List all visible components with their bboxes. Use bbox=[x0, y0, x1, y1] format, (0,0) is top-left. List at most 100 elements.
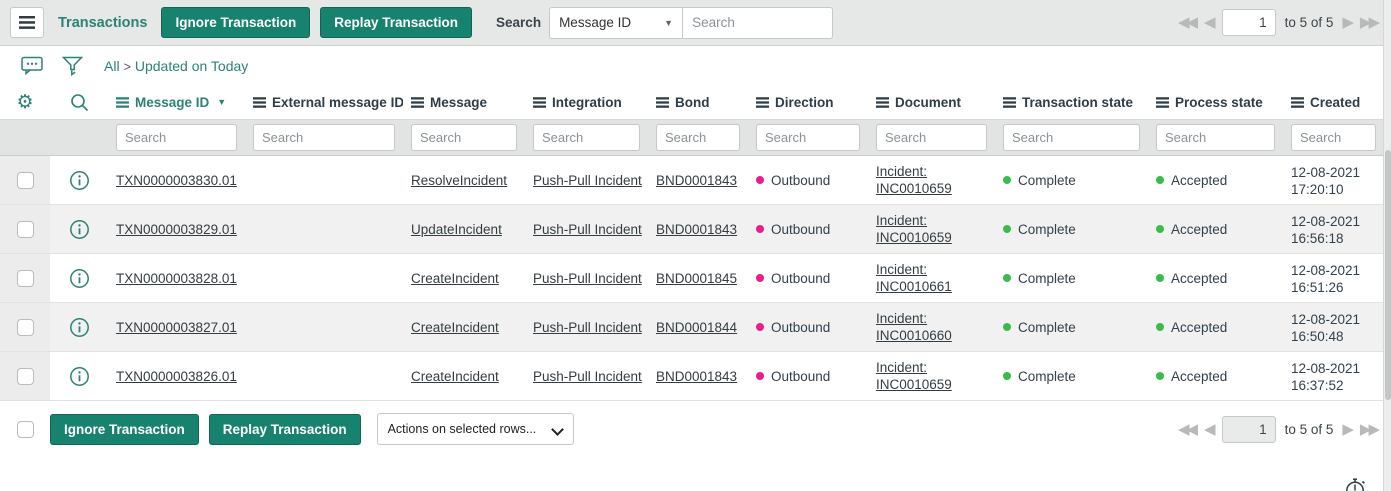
footer-ignore-transaction-button[interactable]: Ignore Transaction bbox=[50, 414, 199, 445]
outbound-dot bbox=[756, 372, 764, 380]
personalize-list-gear[interactable]: ⚙ bbox=[0, 85, 50, 119]
ignore-transaction-button[interactable]: Ignore Transaction bbox=[161, 7, 310, 38]
first-page-icon[interactable]: ◀◀ bbox=[1178, 422, 1195, 437]
message-id-link[interactable]: TXN0000003830.01 bbox=[116, 173, 237, 188]
message-link[interactable]: CreateIncident bbox=[411, 369, 499, 384]
filter-bond-input[interactable] bbox=[656, 124, 740, 151]
filter-document-input[interactable] bbox=[876, 124, 987, 151]
previous-page-icon[interactable]: ◀ bbox=[1204, 422, 1213, 437]
bond-link[interactable]: BND0001845 bbox=[656, 271, 737, 286]
accepted-dot bbox=[1156, 323, 1164, 331]
filter-external-message-id-input[interactable] bbox=[253, 124, 395, 151]
message-link[interactable]: UpdateIncident bbox=[411, 222, 502, 237]
bond-link[interactable]: BND0001843 bbox=[656, 369, 737, 384]
complete-dot bbox=[1003, 323, 1011, 331]
column-header-process-state[interactable]: Process state bbox=[1148, 85, 1283, 119]
column-header-created[interactable]: Created bbox=[1283, 85, 1384, 119]
first-page-icon[interactable]: ◀◀ bbox=[1178, 15, 1195, 30]
info-icon[interactable] bbox=[69, 268, 90, 289]
message-id-link[interactable]: TXN0000003826.01 bbox=[116, 369, 237, 384]
select-all-checkbox[interactable] bbox=[17, 421, 34, 438]
replay-transaction-button[interactable]: Replay Transaction bbox=[320, 7, 472, 38]
message-id-link[interactable]: TXN0000003829.01 bbox=[116, 222, 237, 237]
bond-link[interactable]: BND0001843 bbox=[656, 173, 737, 188]
context-menu-button[interactable] bbox=[10, 7, 44, 38]
actions-on-selected-rows-select[interactable]: Actions on selected rows... bbox=[377, 413, 574, 445]
page-title[interactable]: Transactions bbox=[58, 15, 147, 31]
column-header-integration[interactable]: Integration bbox=[525, 85, 648, 119]
message-link[interactable]: ResolveIncident bbox=[411, 173, 507, 188]
column-header-bond[interactable]: Bond bbox=[648, 85, 748, 119]
row-checkbox[interactable] bbox=[17, 270, 34, 287]
scrollbar-thumb[interactable] bbox=[1385, 150, 1391, 400]
dropdown-arrow-icon: ▼ bbox=[664, 18, 673, 28]
page-number-input[interactable] bbox=[1222, 416, 1276, 443]
document-link[interactable]: Incident:INC0010660 bbox=[876, 310, 952, 344]
column-header-message-id[interactable]: Message ID ▼ bbox=[108, 85, 245, 119]
filter-process-state-input[interactable] bbox=[1156, 124, 1275, 151]
integration-link[interactable]: Push-Pull Incident bbox=[533, 173, 642, 188]
message-id-link[interactable]: TXN0000003827.01 bbox=[116, 320, 237, 335]
breadcrumb: All > Updated on Today bbox=[104, 58, 248, 74]
integration-link[interactable]: Push-Pull Incident bbox=[533, 222, 642, 237]
document-link[interactable]: Incident:INC0010661 bbox=[876, 261, 952, 295]
list-search-toggle[interactable] bbox=[50, 85, 108, 119]
column-header-transaction-state[interactable]: Transaction state bbox=[995, 85, 1148, 119]
filter-integration-input[interactable] bbox=[533, 124, 640, 151]
bottom-pagination: ◀◀ ◀ to 5 of 5 ▶ ▶▶ bbox=[1178, 416, 1377, 443]
page-number-input[interactable] bbox=[1222, 9, 1276, 36]
info-icon[interactable] bbox=[69, 219, 90, 240]
info-icon[interactable] bbox=[69, 366, 90, 387]
row-checkbox[interactable] bbox=[17, 368, 34, 385]
list-footer-bar: Ignore Transaction Replay Transaction Ac… bbox=[0, 401, 1391, 457]
chevron-down-icon bbox=[553, 424, 563, 434]
previous-page-icon[interactable]: ◀ bbox=[1204, 15, 1213, 30]
document-link[interactable]: Incident:INC0010659 bbox=[876, 359, 952, 393]
document-link[interactable]: Incident:INC0010659 bbox=[876, 212, 952, 246]
filter-message-input[interactable] bbox=[411, 124, 517, 151]
vertical-scrollbar[interactable] bbox=[1383, 0, 1391, 491]
search-input[interactable] bbox=[683, 7, 833, 39]
row-range-label: to 5 of 5 bbox=[1285, 422, 1334, 437]
created-value: 12-08-202116:37:52 bbox=[1283, 352, 1384, 400]
filter-direction-input[interactable] bbox=[756, 124, 860, 151]
transaction-state-value: Complete bbox=[1018, 173, 1076, 188]
row-checkbox[interactable] bbox=[17, 172, 34, 189]
column-header-external-message-id[interactable]: External message ID bbox=[245, 85, 403, 119]
breadcrumb-all-link[interactable]: All bbox=[104, 58, 120, 74]
filter-created-input[interactable] bbox=[1291, 124, 1376, 151]
breadcrumb-filter-link[interactable]: Updated on Today bbox=[135, 58, 248, 74]
bond-link[interactable]: BND0001844 bbox=[656, 320, 737, 335]
integration-link[interactable]: Push-Pull Incident bbox=[533, 271, 642, 286]
table-header-row: ⚙ Message ID ▼ External message ID Messa… bbox=[0, 85, 1384, 119]
row-checkbox[interactable] bbox=[17, 319, 34, 336]
column-header-direction[interactable]: Direction bbox=[748, 85, 868, 119]
footer-replay-transaction-button[interactable]: Replay Transaction bbox=[209, 414, 361, 445]
next-page-icon[interactable]: ▶ bbox=[1342, 422, 1351, 437]
message-link[interactable]: CreateIncident bbox=[411, 271, 499, 286]
message-id-link[interactable]: TXN0000003828.01 bbox=[116, 271, 237, 286]
filter-icon[interactable] bbox=[52, 56, 92, 76]
last-page-icon[interactable]: ▶▶ bbox=[1360, 15, 1377, 30]
integration-link[interactable]: Push-Pull Incident bbox=[533, 369, 642, 384]
info-icon[interactable] bbox=[69, 170, 90, 191]
filter-message-id-input[interactable] bbox=[116, 124, 237, 151]
messages-icon[interactable] bbox=[12, 56, 52, 75]
column-header-message[interactable]: Message bbox=[403, 85, 525, 119]
response-time-stopwatch-icon[interactable] bbox=[1344, 477, 1367, 491]
last-page-icon[interactable]: ▶▶ bbox=[1360, 422, 1377, 437]
row-checkbox[interactable] bbox=[17, 221, 34, 238]
next-page-icon[interactable]: ▶ bbox=[1342, 15, 1351, 30]
search-field-select[interactable]: Message ID ▼ bbox=[549, 7, 683, 39]
bond-link[interactable]: BND0001843 bbox=[656, 222, 737, 237]
integration-link[interactable]: Push-Pull Incident bbox=[533, 320, 642, 335]
document-link[interactable]: Incident:INC0010659 bbox=[876, 163, 952, 197]
column-header-document[interactable]: Document bbox=[868, 85, 995, 119]
process-state-value: Accepted bbox=[1171, 320, 1227, 335]
sort-descending-icon: ▼ bbox=[217, 97, 226, 107]
filter-transaction-state-input[interactable] bbox=[1003, 124, 1140, 151]
message-link[interactable]: CreateIncident bbox=[411, 320, 499, 335]
info-icon[interactable] bbox=[69, 317, 90, 338]
complete-dot bbox=[1003, 372, 1011, 380]
breadcrumb-separator: > bbox=[124, 60, 131, 74]
